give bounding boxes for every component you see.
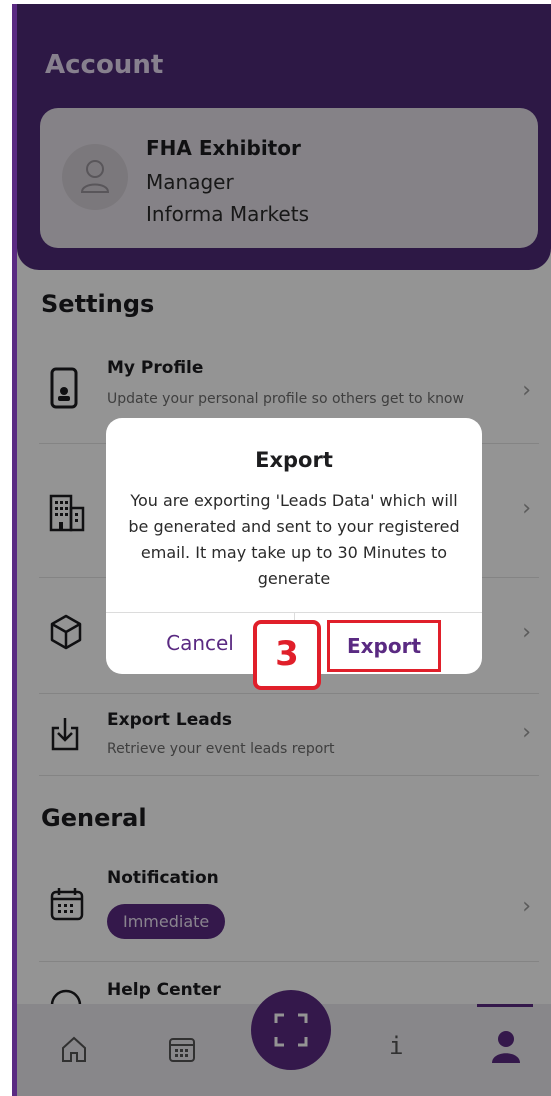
step-number-badge: 3 — [253, 620, 321, 690]
dialog-message: You are exporting 'Leads Data' which wil… — [128, 491, 460, 588]
dialog-title: Export — [255, 448, 333, 472]
export-button[interactable]: Export — [327, 620, 441, 672]
app-screen: Account FHA Exhibitor Manager Informa Ma… — [12, 4, 551, 1096]
